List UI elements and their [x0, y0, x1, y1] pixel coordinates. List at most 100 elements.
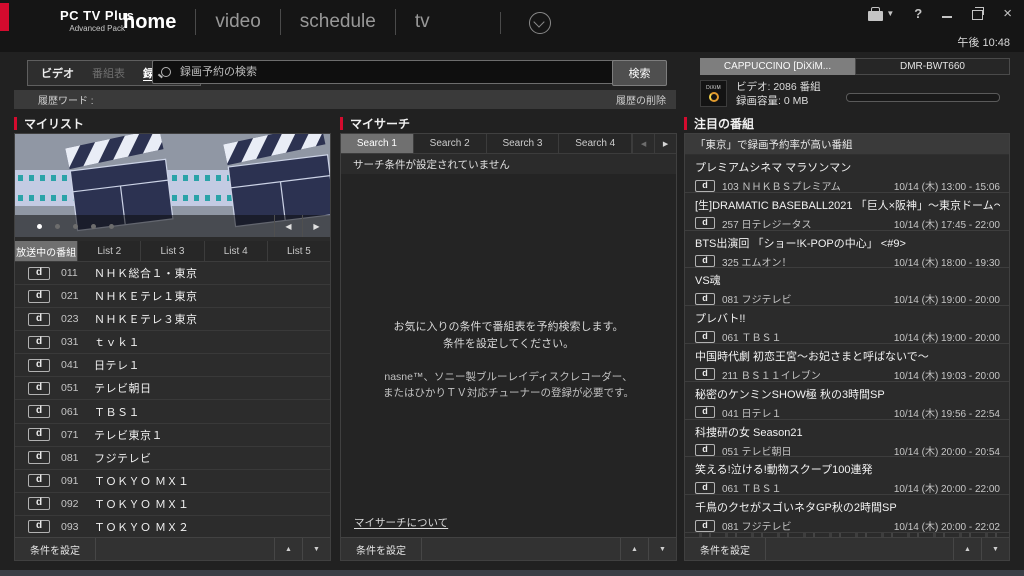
program-time: 10/14 (木) 20:00 - 22:02 [894, 518, 1000, 533]
channel-name: テレビ朝日 [94, 380, 152, 396]
channel-row[interactable]: d 021 ＮＨＫＥテレ１東京 [15, 285, 330, 308]
mysearch-info-primary: お気に入りの条件で番組表を予約検索します。条件を設定してください。 [341, 319, 676, 353]
tabs-next-button[interactable]: ▶ [654, 134, 676, 153]
search-input[interactable] [178, 65, 617, 79]
program-row[interactable]: BTS出演回 「ショー!K-POPの中心」 <#9> d 325 エムオン！ 1… [685, 231, 1009, 269]
program-row[interactable]: プレミアムシネマ マラソンマン d 103 ＮＨＫＢＳプレミアム 10/14 (… [685, 155, 1009, 193]
program-channel: 061 ＴＢＳ１ [722, 480, 781, 495]
program-title: 中国時代劇 初恋王宮～お妃さまと呼ばないで～ [695, 348, 1000, 364]
channel-row[interactable]: d 091 ＴＯＫＹＯ ＭＸ１ [15, 470, 330, 493]
tools-menu-button[interactable]: ▼ [868, 7, 894, 21]
device-tab[interactable]: CAPPUCCINO [DiXiM... [700, 58, 855, 75]
program-time: 10/14 (木) 19:56 - 22:54 [894, 405, 1000, 420]
mysearch-info-secondary: nasne™、ソニー製ブルーレイディスクレコーダー、またはひかりＴＶ対応チューナ… [341, 369, 676, 401]
mylist-set-conditions-button[interactable]: 条件を設定 [15, 538, 96, 560]
search-bar: ビデオ 番組表 録画予約 検索 [14, 60, 676, 86]
mylist-tab[interactable]: List 4 [205, 241, 268, 261]
mysearch-tabs: Search 1 Search 2 Search 3 Search 4 ◀ ▶ [341, 134, 676, 154]
help-button[interactable]: ? [914, 6, 922, 21]
program-channel: 051 テレビ朝日 [722, 443, 791, 458]
channel-row[interactable]: d 092 ＴＯＫＹＯ ＭＸ１ [15, 493, 330, 516]
carousel-dots [37, 215, 274, 237]
search-button[interactable]: 検索 [612, 60, 667, 86]
program-row[interactable]: 中国時代劇 初恋王宮～お妃さまと呼ばないで～ d 211 ＢＳ１１イレブン 10… [685, 344, 1009, 382]
history-clear-button[interactable]: 履歴の削除 [616, 92, 666, 107]
scroll-up-button[interactable]: ▲ [620, 538, 648, 560]
device-tabs: CAPPUCCINO [DiXiM... DMR-BWT660 [700, 58, 1010, 75]
program-channel: 061 ＴＢＳ１ [722, 329, 781, 344]
mylist-carousel[interactable]: ◀ ▶ [15, 134, 330, 237]
scroll-up-button[interactable]: ▲ [274, 538, 302, 560]
channel-row[interactable]: d 061 ＴＢＳ１ [15, 400, 330, 423]
device-info: ビデオ: 2086 番組 録画容量: 0 MB [736, 80, 821, 108]
mysearch-set-conditions-button[interactable]: 条件を設定 [341, 538, 422, 560]
mysearch-tab[interactable]: Search 2 [414, 134, 487, 153]
channel-row[interactable]: d 031 ｔｖｋ１ [15, 331, 330, 354]
channel-row[interactable]: d 051 テレビ朝日 [15, 377, 330, 400]
channel-row[interactable]: d 041 日テレ１ [15, 354, 330, 377]
channel-row[interactable]: d 011 ＮＨＫ総合１・東京 [15, 262, 330, 285]
channel-row[interactable]: d 093 ＴＯＫＹＯ ＭＸ２ [15, 516, 330, 538]
terrestrial-digital-icon: d [695, 520, 715, 532]
channel-number: 023 [61, 313, 83, 325]
carousel-dot[interactable] [55, 224, 60, 229]
nav-tab[interactable]: tv [395, 9, 449, 35]
program-row[interactable]: プレバト!! d 061 ＴＢＳ１ 10/14 (木) 19:00 - 20:0… [685, 306, 1009, 344]
mysearch-tab[interactable]: Search 1 [341, 134, 414, 153]
scroll-down-button[interactable]: ▼ [981, 538, 1009, 560]
mylist-tab[interactable]: List 5 [268, 241, 330, 261]
terrestrial-digital-icon: d [695, 331, 715, 343]
carousel-next-button[interactable]: ▶ [302, 215, 330, 237]
red-accent-icon [340, 117, 343, 130]
terrestrial-digital-icon: d [28, 405, 50, 418]
program-row[interactable]: [生]DRAMATIC BASEBALL2021 「巨人×阪神」～東京ドーム～ … [685, 193, 1009, 231]
device-capacity: 録画容量: 0 MB [736, 94, 821, 108]
brand-accent-bar [0, 3, 9, 31]
carousel-controls: ◀ ▶ [15, 215, 330, 237]
program-row[interactable]: VS魂 d 081 フジテレビ 10/14 (木) 19:00 - 20:00 [685, 268, 1009, 306]
search-icon [161, 67, 171, 77]
titlebar: PC TV Plus Advanced Pack home video sche… [0, 0, 1024, 52]
terrestrial-digital-icon: d [28, 290, 50, 303]
mylist-tab[interactable]: List 3 [141, 241, 204, 261]
program-row[interactable]: 千鳥のクセがスゴいネタGP秋の2時間SP d 081 フジテレビ 10/14 (… [685, 495, 1009, 533]
channel-row[interactable]: d 023 ＮＨＫＥテレ３東京 [15, 308, 330, 331]
program-row[interactable]: 笑える!泣ける!動物スクープ100連発 d 061 ＴＢＳ１ 10/14 (木)… [685, 457, 1009, 495]
tabs-prev-button[interactable]: ◀ [632, 134, 654, 153]
mysearch-tab[interactable]: Search 3 [487, 134, 560, 153]
nav-tab[interactable]: schedule [280, 9, 395, 35]
terrestrial-digital-icon: d [695, 180, 715, 192]
restore-button[interactable] [972, 10, 983, 20]
featured-set-conditions-button[interactable]: 条件を設定 [685, 538, 766, 560]
scroll-up-button[interactable]: ▲ [953, 538, 981, 560]
mysearch-footer: 条件を設定 ▲ ▼ [341, 537, 676, 560]
program-title: 笑える!泣ける!動物スクープ100連発 [695, 461, 1000, 477]
nav-tab[interactable]: home [104, 9, 195, 36]
carousel-dot[interactable] [73, 224, 78, 229]
nav-tab[interactable]: video [195, 9, 279, 35]
carousel-prev-button[interactable]: ◀ [274, 215, 302, 237]
mysearch-tab[interactable]: Search 4 [559, 134, 632, 153]
info-line: またはひかりＴＶ対応チューナーの登録が必要です。 [341, 385, 676, 401]
carousel-dot[interactable] [37, 224, 42, 229]
carousel-dot[interactable] [91, 224, 96, 229]
minimize-button[interactable] [942, 16, 952, 18]
nav-more-dropdown[interactable] [500, 12, 551, 34]
program-time: 10/14 (木) 18:00 - 19:30 [894, 254, 1000, 269]
channel-row[interactable]: d 081 フジテレビ [15, 447, 330, 470]
search-scope-tab[interactable]: 番組表 [83, 65, 134, 81]
featured-banner: 「東京」で録画予約率が高い番組 [685, 134, 1009, 155]
program-channel: 041 日テレ１ [722, 405, 781, 420]
program-row[interactable]: 秘密のケンミンSHOW極 秋の3時間SP d 041 日テレ１ 10/14 (木… [685, 382, 1009, 420]
mylist-tab[interactable]: List 2 [78, 241, 141, 261]
mylist-tab[interactable]: 放送中の番組 [15, 241, 78, 261]
search-scope-tab[interactable]: ビデオ [32, 65, 83, 81]
close-button[interactable]: × [1003, 8, 1012, 20]
program-row[interactable]: 科捜研の女 Season21 d 051 テレビ朝日 10/14 (木) 20:… [685, 420, 1009, 458]
channel-row[interactable]: d 071 テレビ東京１ [15, 424, 330, 447]
about-mysearch-link[interactable]: マイサーチについて [354, 515, 448, 530]
carousel-dot[interactable] [109, 224, 114, 229]
scroll-down-button[interactable]: ▼ [648, 538, 676, 560]
device-tab[interactable]: DMR-BWT660 [855, 58, 1010, 75]
scroll-down-button[interactable]: ▼ [302, 538, 330, 560]
